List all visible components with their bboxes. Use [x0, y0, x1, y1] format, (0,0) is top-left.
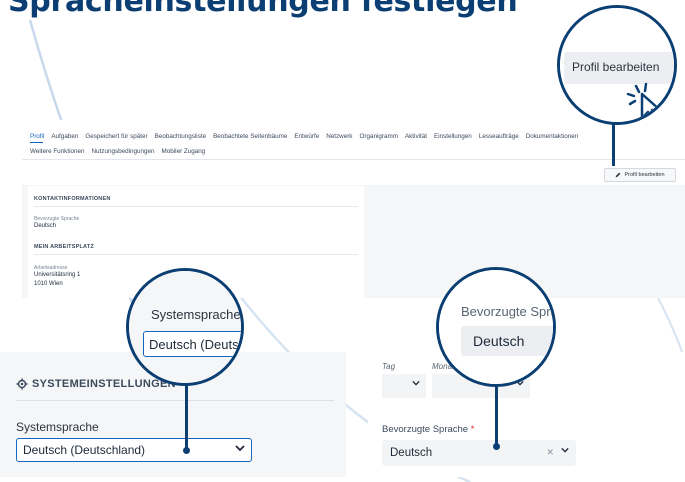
tab-profil[interactable]: Profil [30, 133, 44, 140]
preferred-language-value: Deutsch [34, 223, 57, 229]
zoomed-preferred-language-select: Deutsch [461, 326, 553, 356]
preferred-language-field-label: Bevorzugte Sprache * [382, 424, 475, 435]
work-address-line1: Universitätsring 1 [34, 272, 81, 278]
preferred-language-select[interactable]: Deutsch ✕ [382, 440, 576, 466]
chevron-down-icon [235, 443, 245, 456]
day-label: Tag [382, 362, 396, 371]
zoomed-system-language-select: Deutsch (Deutschland) [143, 331, 241, 357]
tab-nutzungsbedingungen[interactable]: Nutzungsbedingungen [92, 148, 155, 155]
profile-page: Profil Aufgaben Gespeichert für später Beob… [22, 120, 685, 298]
tab-beobachtete-seitenbäume[interactable]: Beobachtete Seitenbäume [213, 133, 287, 140]
work-address-label: Arbeitsadresse [34, 265, 68, 271]
magnifier-system-language: Systemsprache Deutsch (Deutschland) [126, 268, 244, 386]
work-address-line2: 1010 Wien [34, 281, 63, 287]
system-settings-divider [16, 400, 334, 401]
pointer-cursor-icon [626, 82, 662, 122]
tab-aufgaben[interactable]: Aufgaben [51, 133, 78, 140]
clear-icon[interactable]: ✕ [546, 447, 554, 458]
workplace-section-heading: MEIN ARBEITSPLATZ [34, 244, 94, 250]
tab-entwürfe[interactable]: Entwürfe [294, 133, 319, 140]
profile-edit-button[interactable]: Profil bearbeiten [604, 168, 676, 182]
system-language-label: Systemsprache [16, 420, 99, 434]
tab-netzwerk[interactable]: Netzwerk [326, 133, 352, 140]
pencil-icon [616, 172, 621, 178]
tab-dokumentaktionen[interactable]: Dokumentaktionen [526, 133, 579, 140]
section-divider [34, 206, 358, 207]
preferred-language-label: Bevorzugte Sprache [34, 216, 80, 222]
chevron-down-icon [412, 379, 420, 389]
callout-anchor-dot [183, 447, 190, 454]
zoomed-edit-button-label: Profil bearbeiten [572, 60, 660, 74]
tab-bar-secondary: Weitere Funktionen Nutzungsbedingungen Mob… [30, 148, 212, 155]
tab-divider [22, 159, 685, 160]
magnifier-edit-button: Profil bearbeiten [557, 5, 677, 125]
tab-mobiler-zugang[interactable]: Mobiler Zugang [162, 148, 206, 155]
system-language-select[interactable]: Deutsch (Deutschland) [16, 438, 252, 462]
tab-aktivität[interactable]: Aktivität [405, 133, 427, 140]
contact-section-heading: KONTAKTINFORMATIONEN [34, 196, 111, 202]
tab-lesseaufträge[interactable]: Lesseaufträge [479, 133, 519, 140]
preferred-language-select-value: Deutsch [390, 447, 433, 459]
tab-gespeichert-für-später[interactable]: Gespeichert für später [85, 133, 147, 140]
tab-beobachtungsliste[interactable]: Beobachtungsliste [155, 133, 206, 140]
magnifier-preferred-language: Bevorzugte Sprache Deutsch [436, 267, 556, 387]
system-language-value: Deutsch (Deutschland) [23, 443, 146, 457]
day-select[interactable] [382, 374, 426, 398]
callout-anchor-dot [493, 443, 500, 450]
active-tab-indicator [30, 142, 43, 143]
required-marker: * [470, 424, 475, 435]
tab-weitere-funktionen[interactable]: Weitere Funktionen [30, 148, 85, 155]
tab-bar-primary: Profil Aufgaben Gespeichert für später Beob… [30, 133, 585, 140]
callout-connector [612, 122, 615, 166]
gear-icon [16, 378, 28, 390]
tab-einstellungen[interactable]: Einstellungen [434, 133, 472, 140]
section-divider [34, 254, 358, 255]
zoomed-system-language-label: Systemsprache [151, 307, 241, 322]
tab-organigramm[interactable]: Organigramm [359, 133, 398, 140]
chevron-down-icon [561, 446, 569, 456]
page-title: Spracheinstellungen festlegen [8, 0, 518, 19]
zoomed-preferred-language-label: Bevorzugte Sprache [461, 304, 553, 319]
profile-edit-button-label: Profil bearbeiten [624, 172, 665, 178]
